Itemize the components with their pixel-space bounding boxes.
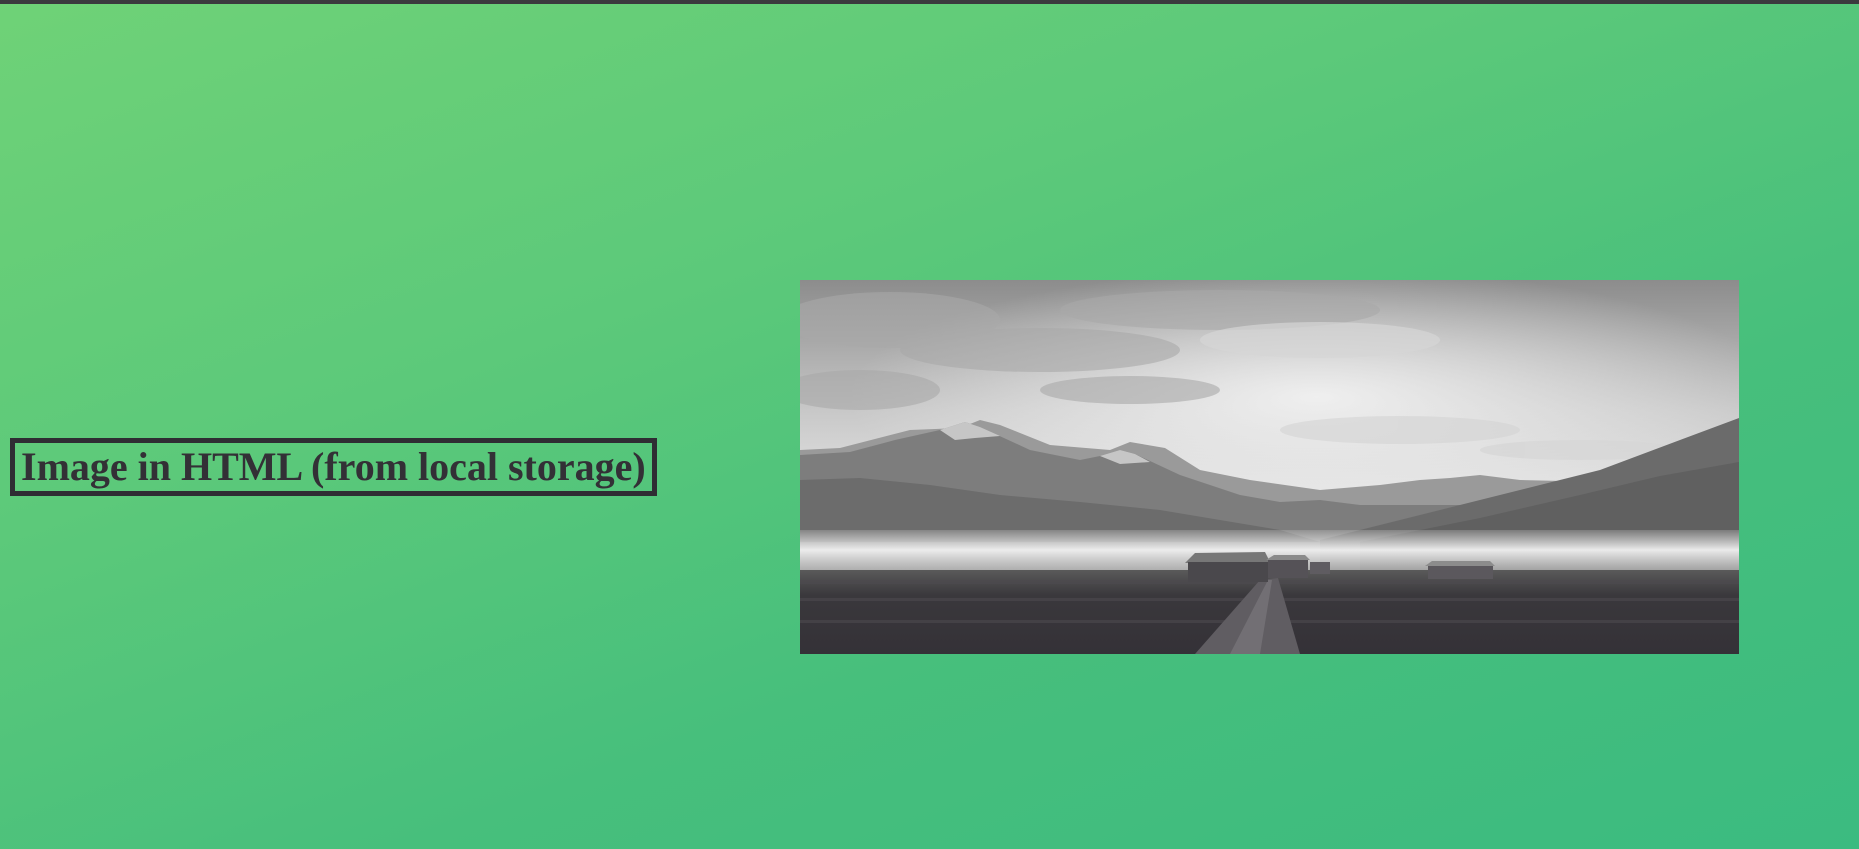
landscape-photo: [800, 280, 1739, 654]
page-heading: Image in HTML (from local storage): [10, 438, 657, 496]
page-top-border: [0, 0, 1859, 4]
